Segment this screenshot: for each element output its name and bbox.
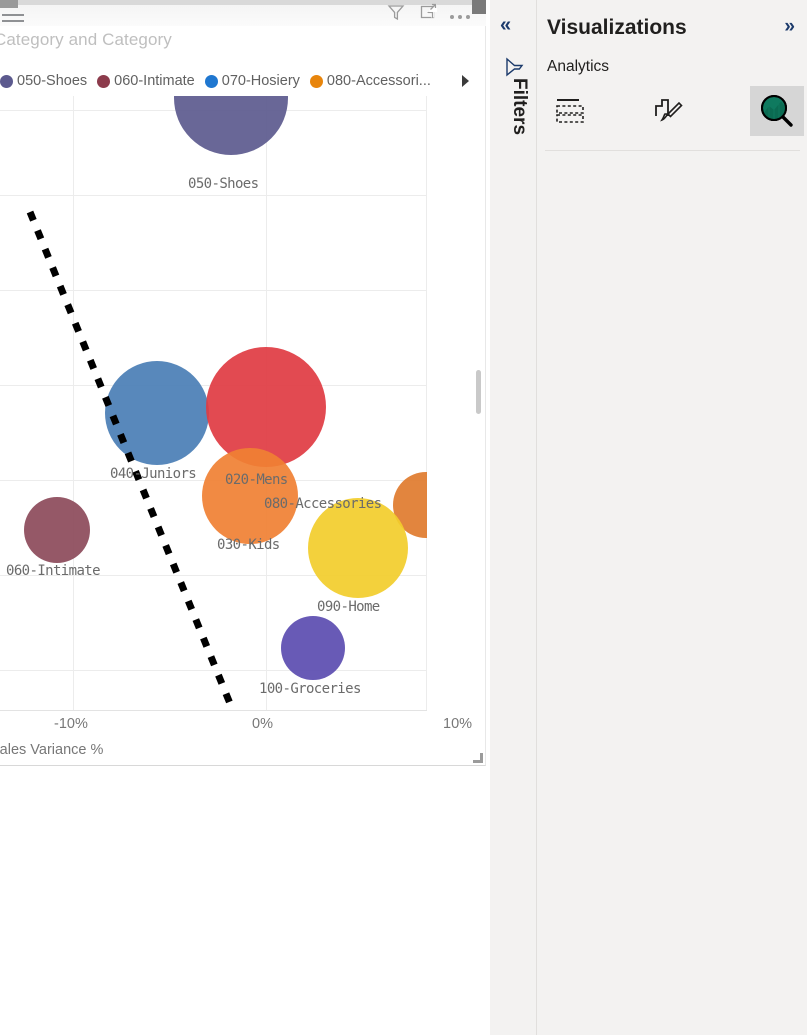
bubble-label-060-intimate: 060-Intimate: [6, 563, 101, 579]
legend-color-dot: [309, 74, 323, 88]
x-tick-label: -10%: [54, 716, 88, 732]
pane-divider: [545, 150, 800, 151]
visual-title: Category and Category: [0, 30, 172, 49]
legend-item[interactable]: 070-Hosiery: [204, 73, 300, 89]
legend-color-dot: [204, 74, 218, 88]
visual-drag-grip[interactable]: [0, 0, 18, 8]
bubble-060-intimate[interactable]: [24, 497, 90, 563]
filters-pane-label: Filters: [509, 78, 530, 136]
legend-label: 080-Accessori...: [326, 73, 431, 89]
legend-item[interactable]: 060-Intimate: [97, 73, 195, 89]
plot-vertical-scrollbar[interactable]: [476, 100, 481, 710]
bubble-label-040-juniors: 040-Juniors: [110, 466, 197, 482]
legend-label: 070-Hosiery: [221, 73, 300, 89]
fields-pane-icon: [556, 99, 584, 123]
expand-filters-icon[interactable]: «: [500, 14, 511, 37]
tab-format[interactable]: [641, 86, 695, 136]
bubble-100-groceries[interactable]: [281, 616, 345, 680]
plot-area[interactable]: 050-Shoes 040-Juniors 020-Mens 030-Kids …: [0, 96, 427, 711]
tab-fields[interactable]: [543, 86, 597, 136]
more-options-icon[interactable]: [450, 5, 470, 19]
bubble-label-090-home: 090-Home: [317, 599, 380, 615]
legend-next-arrow-icon[interactable]: [460, 73, 472, 94]
plot-bottom-border: [0, 710, 427, 711]
visual-corner-handle[interactable]: [472, 0, 486, 14]
x-tick-label: 0%: [252, 716, 273, 732]
magnifier-chart-icon: [761, 95, 793, 127]
visualizations-pane: Visualizations » Analytics: [536, 0, 807, 1035]
report-canvas: Category and Category 050-Shoes 060-Inti…: [0, 0, 490, 1035]
pane-tab-row: [537, 82, 807, 144]
legend-label: 050-Shoes: [17, 73, 88, 89]
visual-resize-handle[interactable]: [473, 753, 483, 763]
filters-pane-rail[interactable]: « Filters: [490, 0, 536, 1035]
bubble-label-080-accessories: 080-Accessories: [264, 496, 382, 512]
bubble-040-juniors[interactable]: [105, 361, 209, 465]
focus-mode-icon[interactable]: [418, 2, 438, 22]
filter-icon[interactable]: [386, 2, 406, 22]
pane-subtitle: Analytics: [547, 58, 610, 75]
x-axis: -10% 0% 10%: [0, 716, 473, 738]
visual-header: [0, 0, 486, 26]
scatter-chart-visual[interactable]: Category and Category 050-Shoes 060-Inti…: [0, 0, 486, 766]
bubble-label-020-mens: 020-Mens: [225, 472, 288, 488]
bubble-label-100-groceries: 100-Groceries: [259, 681, 361, 697]
x-axis-title: Sales Variance %: [0, 742, 104, 758]
expand-pane-icon[interactable]: »: [784, 16, 795, 38]
tab-analytics[interactable]: [750, 86, 804, 136]
legend-color-dot: [0, 74, 13, 88]
bubble-050-shoes[interactable]: [174, 96, 288, 155]
bubble-090-home[interactable]: [308, 498, 408, 598]
bubble-label-030-kids: 030-Kids: [217, 537, 280, 553]
x-tick-label: 10%: [443, 716, 473, 732]
legend-color-dot: [97, 74, 111, 88]
pane-title: Visualizations: [547, 16, 687, 39]
legend-item[interactable]: 050-Shoes: [0, 73, 87, 89]
legend-item[interactable]: 080-Accessori...: [309, 73, 431, 89]
bubble-020-mens[interactable]: [206, 347, 326, 467]
chart-legend: 050-Shoes 060-Intimate 070-Hosiery 080-A…: [0, 70, 486, 92]
legend-label: 060-Intimate: [114, 73, 195, 89]
paintbrush-icon: [655, 99, 683, 122]
ratio-line: [26, 210, 237, 711]
visual-menu-lines-icon[interactable]: [2, 14, 24, 26]
bubble-label-050-shoes: 050-Shoes: [188, 176, 259, 192]
